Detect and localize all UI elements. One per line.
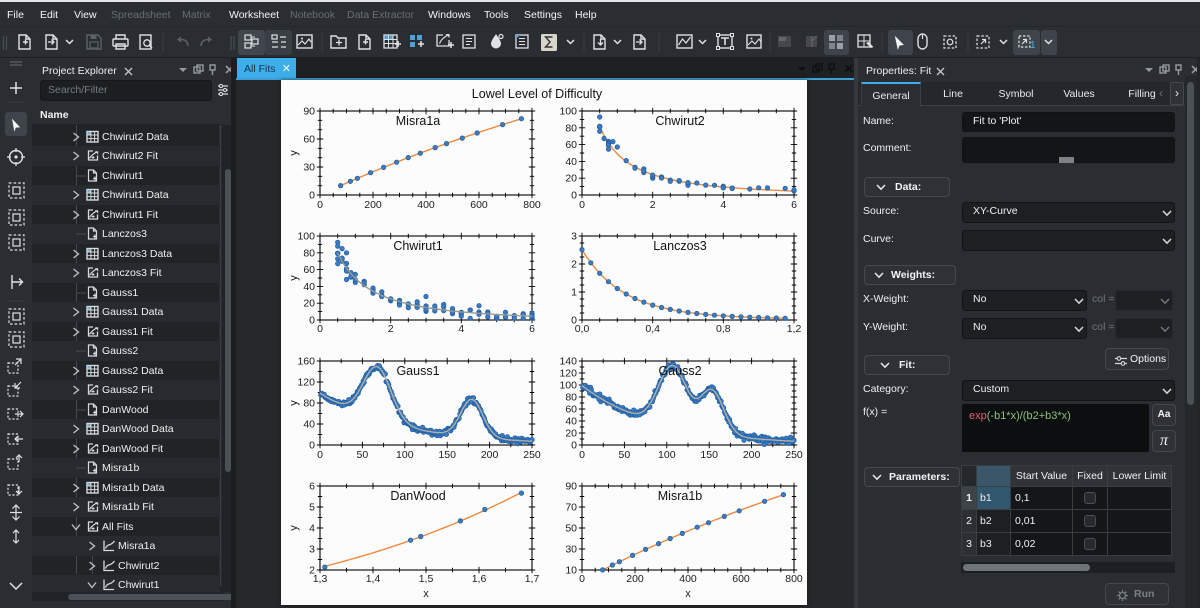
svg-text:140: 140 [559,356,577,368]
svg-text:30: 30 [303,162,315,174]
svg-text:Lowel Level of Difficulty: Lowel Level of Difficulty [472,87,603,101]
svg-text:40: 40 [303,281,315,293]
svg-text:120: 120 [297,377,315,389]
svg-text:10: 10 [565,565,577,577]
svg-text:20: 20 [565,428,577,440]
svg-text:2: 2 [650,199,656,211]
svg-text:2: 2 [388,323,394,335]
svg-text:600: 600 [732,573,750,585]
svg-text:600: 600 [470,199,488,211]
svg-text:5: 5 [309,502,315,514]
svg-text:Chwirut2: Chwirut2 [655,114,704,128]
svg-text:Gauss2: Gauss2 [658,364,701,378]
svg-text:3: 3 [571,231,577,243]
svg-text:40: 40 [565,416,577,428]
svg-text:y: y [288,525,300,531]
svg-text:120: 120 [559,368,577,380]
svg-text:100: 100 [559,380,577,392]
svg-text:0,4: 0,4 [645,323,660,335]
svg-text:Misra1b: Misra1b [658,489,703,503]
svg-text:0: 0 [579,573,585,585]
svg-text:0: 0 [309,315,315,327]
svg-text:4: 4 [458,323,464,335]
svg-text:80: 80 [303,398,315,410]
svg-text:200: 200 [364,199,382,211]
svg-text:90: 90 [303,106,315,118]
svg-text:0: 0 [317,199,323,211]
svg-text:100: 100 [297,231,315,243]
svg-text:2: 2 [571,259,577,271]
svg-text:0: 0 [579,449,585,461]
svg-text:60: 60 [565,139,577,151]
svg-text:0: 0 [309,190,315,202]
svg-text:40: 40 [565,156,577,168]
svg-text:50: 50 [619,449,631,461]
svg-text:x: x [685,588,691,600]
svg-text:0: 0 [309,440,315,452]
svg-text:80: 80 [565,392,577,404]
svg-text:200: 200 [743,449,761,461]
svg-text:60: 60 [303,134,315,146]
svg-text:90: 90 [565,481,577,493]
svg-text:80: 80 [565,122,577,134]
svg-text:100: 100 [559,106,577,118]
svg-text:x: x [423,588,429,600]
svg-text:20: 20 [565,173,577,185]
svg-text:6: 6 [309,481,315,493]
svg-text:1,6: 1,6 [472,573,487,585]
svg-text:800: 800 [785,573,803,585]
svg-text:30: 30 [565,544,577,556]
svg-text:1: 1 [571,287,577,299]
svg-text:0: 0 [571,440,577,452]
svg-text:Misra1a: Misra1a [396,114,441,128]
svg-text:2: 2 [309,565,315,577]
svg-text:4: 4 [720,199,726,211]
svg-text:1,5: 1,5 [419,573,434,585]
svg-text:0: 0 [571,315,577,327]
svg-text:0: 0 [317,323,323,335]
svg-text:250: 250 [785,449,803,461]
svg-text:150: 150 [438,449,456,461]
svg-text:Chwirut1: Chwirut1 [393,239,442,253]
svg-text:800: 800 [523,199,541,211]
svg-text:80: 80 [303,247,315,259]
svg-text:Lanczos3: Lanczos3 [653,239,707,253]
svg-text:Gauss1: Gauss1 [396,364,439,378]
svg-text:y: y [288,150,300,156]
svg-text:400: 400 [679,573,697,585]
svg-text:6: 6 [529,323,535,335]
svg-text:60: 60 [565,404,577,416]
svg-text:0,8: 0,8 [716,323,731,335]
svg-text:50: 50 [357,449,369,461]
svg-text:40: 40 [303,419,315,431]
svg-text:70: 70 [565,502,577,514]
svg-text:1: 1 [1030,40,1036,51]
svg-text:1,4: 1,4 [366,573,381,585]
svg-text:y: y [288,400,300,406]
svg-text:1,2: 1,2 [787,323,802,335]
svg-text:400: 400 [417,199,435,211]
svg-text:50: 50 [565,523,577,535]
svg-text:y: y [288,275,300,281]
svg-text:160: 160 [297,356,315,368]
svg-text:0: 0 [571,190,577,202]
svg-text:60: 60 [303,264,315,276]
svg-text:0: 0 [579,199,585,211]
svg-text:100: 100 [658,449,676,461]
svg-text:100: 100 [396,449,414,461]
svg-text:4: 4 [309,523,315,535]
svg-text:1,7: 1,7 [525,573,540,585]
svg-text:200: 200 [481,449,499,461]
svg-text:6: 6 [791,199,797,211]
svg-text:0: 0 [317,449,323,461]
svg-text:250: 250 [523,449,541,461]
svg-text:DanWood: DanWood [390,489,445,503]
svg-text:200: 200 [626,573,644,585]
svg-text:20: 20 [303,298,315,310]
svg-text:150: 150 [700,449,718,461]
svg-text:3: 3 [309,544,315,556]
